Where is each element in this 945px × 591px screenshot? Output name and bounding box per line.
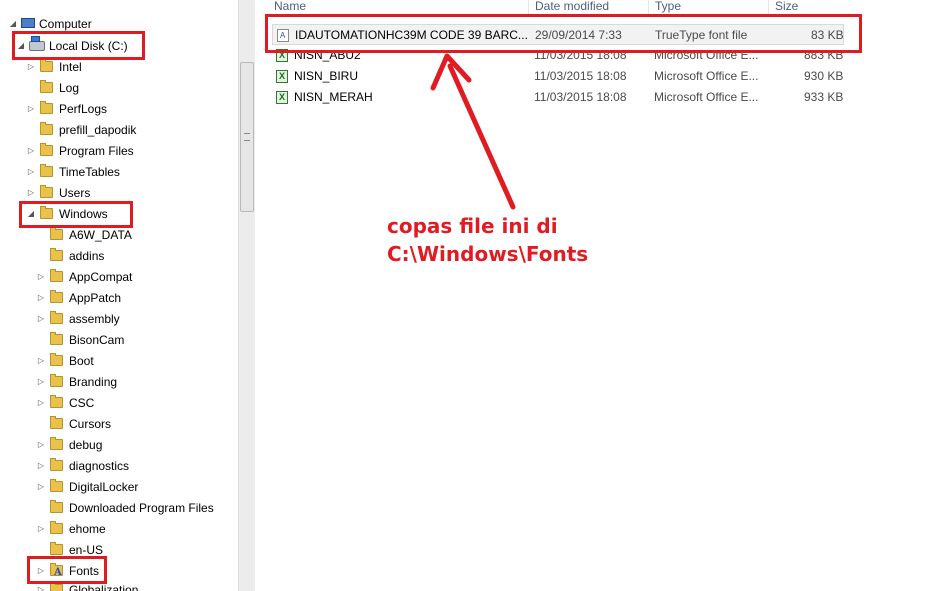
folder-icon <box>50 374 63 387</box>
folder-icon <box>50 332 63 345</box>
column-header-date[interactable]: Date modified <box>535 0 609 12</box>
folder-icon <box>50 458 63 471</box>
file-size: 930 KB <box>804 69 844 83</box>
highlight-box-local-disk <box>12 31 145 60</box>
annotation-line-1: copas file ini di <box>387 214 558 238</box>
expand-arrow-icon[interactable]: ▷ <box>37 351 45 371</box>
navigation-pane: ◢ Computer ◢ Local Disk (C:) ▷ Intel Log… <box>0 0 238 591</box>
tree-item-label: Users <box>59 186 91 200</box>
excel-file-icon <box>276 87 288 108</box>
folder-icon <box>40 80 53 93</box>
folder-icon <box>40 122 53 135</box>
nav-scrollbar[interactable] <box>238 0 255 591</box>
computer-icon <box>21 18 35 28</box>
folder-icon <box>50 311 63 324</box>
column-divider[interactable] <box>768 0 769 14</box>
expand-arrow-icon[interactable]: ▷ <box>27 141 35 161</box>
folder-icon <box>50 479 63 492</box>
highlight-box-font-file <box>265 14 862 53</box>
file-type: Microsoft Office E... <box>654 90 759 104</box>
tree-item-label: debug <box>69 438 103 452</box>
tree-item-label: BisonCam <box>69 333 125 347</box>
folder-icon <box>50 395 63 408</box>
annotation-text: copas file ini di C:\Windows\Fonts <box>387 212 588 268</box>
expand-arrow-icon[interactable]: ▷ <box>27 183 35 203</box>
expand-arrow-icon[interactable]: ▷ <box>27 99 35 119</box>
folder-icon <box>40 59 53 72</box>
tree-item-label: Intel <box>59 60 82 74</box>
column-divider[interactable] <box>648 0 649 14</box>
file-date: 11/03/2015 18:08 <box>534 69 627 83</box>
file-size: 933 KB <box>804 90 844 104</box>
expand-arrow-icon[interactable]: ▷ <box>37 519 45 539</box>
scrollbar-thumb[interactable] <box>240 62 254 212</box>
folder-icon <box>50 227 63 240</box>
expand-arrow-icon[interactable]: ▷ <box>37 435 45 455</box>
file-name: NISN_MERAH <box>294 90 373 104</box>
folder-icon <box>50 542 63 555</box>
tree-item-label: Cursors <box>69 417 112 431</box>
expand-arrow-icon[interactable]: ▷ <box>37 288 45 308</box>
expand-arrow-icon[interactable]: ▷ <box>27 162 35 182</box>
expand-arrow-icon[interactable]: ▷ <box>37 372 45 392</box>
expand-arrow-icon[interactable]: ▷ <box>27 57 35 77</box>
tree-item-label: addins <box>69 249 105 263</box>
file-list-pane: Name Date modified Type Size IDAUTOMATIO… <box>256 0 945 591</box>
tree-item-label: prefill_dapodik <box>59 123 137 137</box>
folder-icon <box>50 582 63 591</box>
file-type: Microsoft Office E... <box>654 69 759 83</box>
file-name: NISN_BIRU <box>294 69 359 83</box>
folder-icon <box>50 248 63 261</box>
expand-arrow-icon[interactable]: ▷ <box>37 477 45 497</box>
folder-icon <box>40 164 53 177</box>
folder-icon <box>50 416 63 429</box>
folder-icon <box>50 500 63 513</box>
tree-item-label: Branding <box>69 375 118 389</box>
column-header-type[interactable]: Type <box>655 0 681 12</box>
folder-icon <box>40 185 53 198</box>
folder-icon <box>50 437 63 450</box>
column-header-name[interactable]: Name <box>274 0 306 12</box>
tree-item-label: Boot <box>69 354 94 368</box>
expand-arrow-icon[interactable]: ▷ <box>37 456 45 476</box>
folder-icon <box>50 353 63 366</box>
folder-icon <box>50 521 63 534</box>
tree-item-label: A6W_DATA <box>69 228 132 242</box>
column-header-size[interactable]: Size <box>775 0 798 12</box>
tree-item-label: AppCompat <box>69 270 133 284</box>
tree-item-label: Program Files <box>59 144 134 158</box>
file-row[interactable]: NISN_BIRU 11/03/2015 18:08 Microsoft Off… <box>272 66 844 87</box>
expand-arrow-icon[interactable]: ▷ <box>37 393 45 413</box>
excel-file-icon <box>276 66 288 87</box>
tree-item-label: CSC <box>69 396 95 410</box>
folder-icon <box>40 101 53 114</box>
folder-icon <box>40 143 53 156</box>
tree-item-label: ehome <box>69 522 106 536</box>
expand-arrow-icon[interactable]: ▷ <box>37 309 45 329</box>
tree-item-label: Log <box>59 81 80 95</box>
file-date: 11/03/2015 18:08 <box>534 90 627 104</box>
tree-item-label: TimeTables <box>59 165 120 179</box>
annotation-line-2: C:\Windows\Fonts <box>387 242 589 266</box>
tree-item-label: diagnostics <box>69 459 130 473</box>
highlight-box-windows <box>19 201 133 228</box>
expand-arrow-icon[interactable]: ▷ <box>37 267 45 287</box>
column-divider[interactable] <box>528 0 529 14</box>
folder-icon <box>50 290 63 303</box>
folder-icon <box>50 269 63 282</box>
tree-item-label: Downloaded Program Files <box>69 501 214 515</box>
highlight-box-fonts <box>27 556 107 584</box>
tree-item-label: PerfLogs <box>59 102 108 116</box>
tree-item-label: assembly <box>69 312 120 326</box>
tree-item-label: DigitalLocker <box>69 480 139 494</box>
tree-item-label: AppPatch <box>69 291 122 305</box>
file-row[interactable]: NISN_MERAH 11/03/2015 18:08 Microsoft Of… <box>272 87 844 108</box>
